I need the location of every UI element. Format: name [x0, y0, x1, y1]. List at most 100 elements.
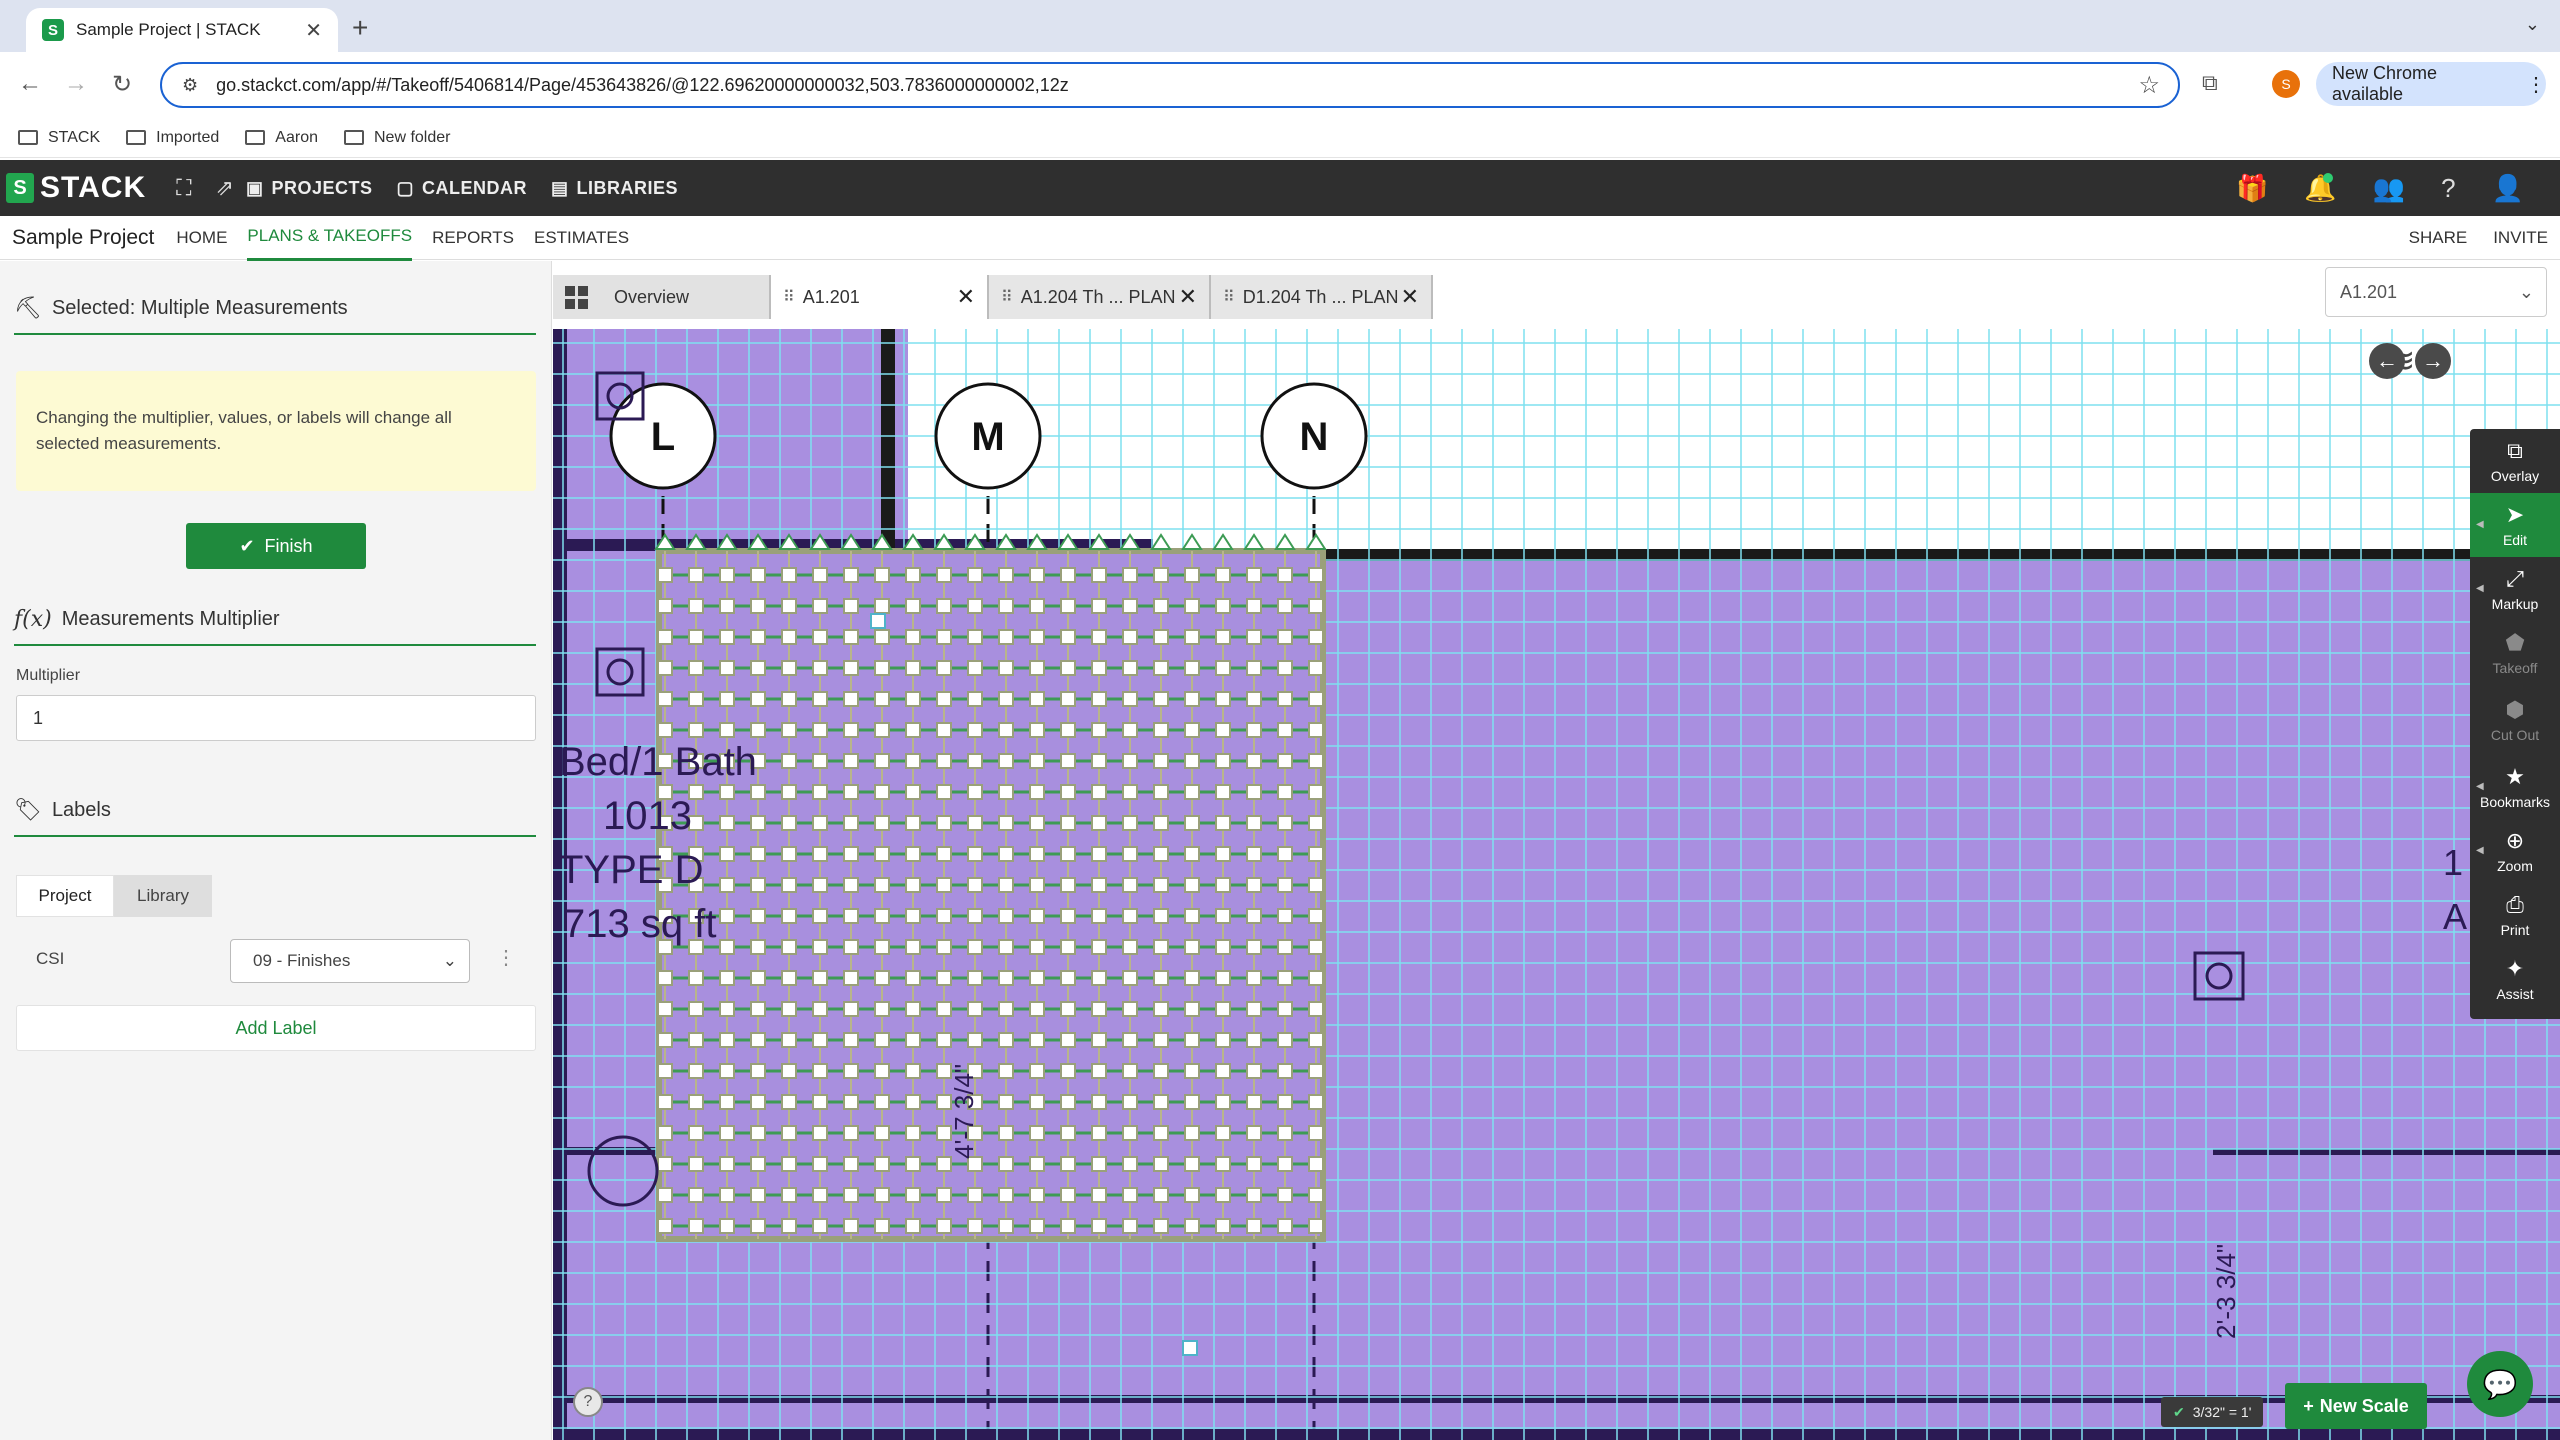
vertex-handle — [812, 908, 828, 924]
plan-drawing[interactable]: L M N Bed/1 Bath 1013 TYPE D 713 sq ft 1… — [553, 329, 2560, 1440]
bookmark-stack[interactable]: STACK — [18, 129, 100, 147]
close-icon[interactable]: ✕ — [1179, 284, 1197, 310]
vertex-handle — [812, 629, 828, 645]
extensions-icon[interactable]: ⧉ — [2202, 70, 2218, 96]
bookmark-imported[interactable]: Imported — [126, 129, 219, 147]
bookmark-new-folder[interactable]: New folder — [344, 129, 450, 147]
selected-header: ⛏ Selected: Multiple Measurements — [14, 295, 536, 335]
next-sheet-icon[interactable]: → — [2415, 343, 2451, 379]
browser-tab[interactable]: S Sample Project | STACK ✕ — [26, 8, 338, 52]
tool-label: Cut Out — [2490, 727, 2540, 743]
reload-icon[interactable]: ↻ — [112, 70, 132, 99]
tool-cut-out[interactable]: ⬢ Cut Out — [2470, 685, 2560, 755]
tool-assist[interactable]: ✦ Assist — [2470, 947, 2560, 1011]
vertex-handle — [719, 691, 735, 707]
gift-icon[interactable]: 🎁 — [2236, 173, 2268, 204]
plan-canvas[interactable]: L M N Bed/1 Bath 1013 TYPE D 713 sq ft 1… — [553, 329, 2560, 1440]
forward-icon[interactable]: → — [64, 70, 88, 98]
tab-d1-204[interactable]: ⠿ D1.204 Th ... PLAN ✕ — [1211, 275, 1433, 319]
sheet-select[interactable]: A1.201 ⌄ — [2325, 267, 2547, 317]
back-icon[interactable]: ← — [18, 70, 42, 98]
tab-a1-201[interactable]: ⠿ A1.201 ✕ — [771, 275, 989, 319]
bell-icon[interactable]: 🔔 — [2304, 172, 2337, 204]
more-options-icon[interactable]: ⋮ — [496, 945, 516, 970]
vertex-handle — [1277, 846, 1293, 862]
user-settings-icon[interactable]: 👤 — [2492, 173, 2524, 204]
new-scale-button[interactable]: + New Scale — [2285, 1383, 2427, 1429]
invite-link[interactable]: INVITE — [2493, 228, 2548, 248]
tab-search-chevron-icon[interactable]: ⌄ — [2525, 14, 2540, 35]
profile-avatar[interactable]: S — [2272, 70, 2300, 98]
help-icon[interactable]: ? — [573, 1387, 603, 1417]
selected-measurements[interactable] — [654, 533, 1327, 1356]
vertex-handle — [719, 629, 735, 645]
site-settings-icon[interactable]: ⚙ — [182, 75, 198, 96]
vertex-handle — [781, 877, 797, 893]
tool-bookmarks[interactable]: ◀ ★ Bookmarks — [2470, 755, 2560, 819]
add-label-button[interactable]: Add Label — [16, 1005, 536, 1051]
vertex-handle — [1308, 1094, 1324, 1110]
vertex-handle — [967, 970, 983, 986]
vertex-handle — [812, 753, 828, 769]
vertex-handle — [1153, 1063, 1169, 1079]
nav-libraries[interactable]: ▤ LIBRARIES — [551, 178, 678, 199]
vertex-handle — [1060, 1063, 1076, 1079]
subnav-reports[interactable]: REPORTS — [432, 216, 514, 260]
new-tab-icon[interactable]: + — [352, 12, 368, 44]
drag-handle-icon[interactable]: ⠿ — [1001, 287, 1013, 307]
subnav-estimates[interactable]: ESTIMATES — [534, 216, 629, 260]
help-icon[interactable]: ? — [2441, 173, 2455, 204]
fullscreen-icon[interactable]: ⛶ — [176, 175, 191, 201]
tool-zoom[interactable]: ◀ ⊕ Zoom — [2470, 819, 2560, 883]
tool-takeoff[interactable]: ⬟ Takeoff — [2470, 621, 2560, 685]
vertex-handle — [1277, 753, 1293, 769]
chat-icon[interactable]: 💬 — [2467, 1351, 2533, 1417]
nav-projects[interactable]: ▣ PROJECTS — [246, 178, 373, 199]
drag-handle-icon[interactable]: ⠿ — [1223, 287, 1235, 307]
caret-left-icon: ◀ — [2476, 845, 2484, 856]
grid-marker-label: M — [971, 415, 1004, 459]
vertex-handle — [1091, 660, 1107, 676]
stack-logo[interactable]: S STACK — [6, 171, 146, 205]
vertex-handle — [1060, 753, 1076, 769]
multiplier-input[interactable]: 1 — [16, 695, 536, 741]
drag-handle-icon[interactable]: ⠿ — [783, 287, 795, 307]
bookmark-aaron[interactable]: Aaron — [245, 129, 318, 147]
finish-button[interactable]: ✔ Finish — [186, 523, 366, 569]
vertex-handle — [1091, 567, 1107, 583]
csi-select[interactable]: 09 - Finishes ⌄ — [230, 939, 470, 983]
previous-sheet-icon[interactable]: ← — [2369, 343, 2405, 379]
project-name[interactable]: Sample Project — [12, 226, 154, 250]
address-bar[interactable]: ⚙ go.stackct.com/app/#/Takeoff/5406814/P… — [160, 62, 2180, 108]
close-tab-icon[interactable]: ✕ — [305, 18, 322, 43]
tab-a1-204[interactable]: ⠿ A1.204 Th ... PLAN ✕ — [989, 275, 1211, 319]
share-link[interactable]: SHARE — [2409, 228, 2468, 248]
external-link-icon[interactable]: ⇗ — [216, 175, 234, 201]
vertex-handle — [1277, 660, 1293, 676]
scale-indicator[interactable]: ✔ 3/32" = 1' — [2161, 1397, 2264, 1427]
tool-overlay[interactable]: ⧉ Overlay — [2470, 429, 2560, 493]
tool-print[interactable]: ⎙ Print — [2470, 883, 2560, 947]
tab-library[interactable]: Library — [114, 875, 212, 917]
tab-project[interactable]: Project — [16, 875, 114, 917]
tool-label: Takeoff — [2492, 660, 2538, 676]
nav-label: PROJECTS — [271, 177, 373, 198]
close-icon[interactable]: ✕ — [1401, 284, 1419, 310]
subnav-plans-takeoffs[interactable]: PLANS & TAKEOFFS — [247, 214, 413, 261]
tool-label: Bookmarks — [2479, 794, 2551, 810]
vertex-handle — [1060, 1125, 1076, 1141]
room-partial-text: A — [2443, 896, 2467, 937]
vertex-handle — [843, 1218, 859, 1234]
bookmark-star-icon[interactable]: ☆ — [2138, 71, 2160, 100]
tool-markup[interactable]: ◀ ⤢ Markup — [2470, 557, 2560, 621]
chrome-update-button[interactable]: New Chrome available ⋮ — [2316, 62, 2546, 106]
tool-edit[interactable]: ◀ ➤ Edit — [2470, 493, 2560, 557]
browser-tab-strip: S Sample Project | STACK ✕ + ⌄ — [0, 0, 2560, 52]
subnav-home[interactable]: HOME — [176, 216, 227, 260]
close-icon[interactable]: ✕ — [957, 284, 975, 310]
team-icon[interactable]: 👥 — [2373, 173, 2405, 204]
nav-calendar[interactable]: ▢ CALENDAR — [397, 178, 528, 199]
check-icon: ✔ — [239, 535, 255, 556]
vertex-handle — [688, 598, 704, 614]
tab-overview[interactable]: Overview — [553, 275, 771, 319]
